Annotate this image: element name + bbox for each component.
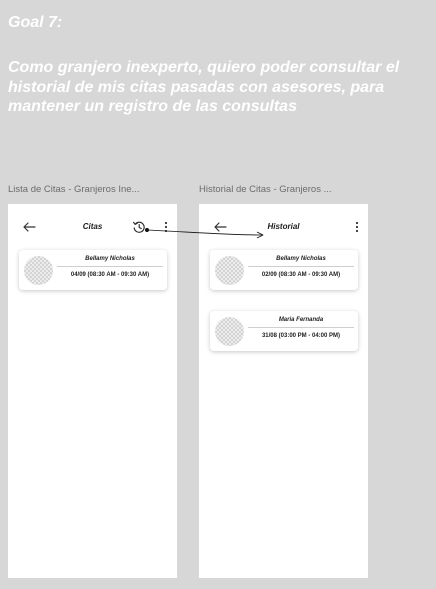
appointment-card[interactable]: Bellamy Nicholas 04/09 (08:30 AM - 09:30…	[19, 250, 167, 290]
advisor-name: Maria Fernanda	[278, 317, 324, 323]
app-bar: Citas	[8, 204, 177, 250]
divider	[248, 327, 354, 328]
advisor-name: Bellamy Nicholas	[85, 256, 135, 262]
goal-title: Goal 7:	[8, 14, 63, 31]
history-icon[interactable]	[132, 220, 146, 234]
history-card[interactable]: Bellamy Nicholas 02/09 (08:30 AM - 09:30…	[210, 250, 358, 290]
appointment-time: 02/09 (08:30 AM - 09:30 AM)	[261, 272, 341, 278]
appointment-time: 04/09 (08:30 AM - 09:30 AM)	[70, 272, 150, 278]
frame-label-lista-citas: Lista de Citas - Granjeros Ine...	[8, 184, 140, 195]
page-title: Citas	[82, 222, 103, 231]
history-card[interactable]: Maria Fernanda 31/08 (03:00 PM - 04:00 P…	[210, 311, 358, 351]
screen-lista-citas: Citas Bellamy Nicholas 04/09 (08:30 AM -…	[8, 204, 177, 578]
frame-label-historial-citas: Historial de Citas - Granjeros ...	[199, 184, 332, 195]
kebab-menu-icon[interactable]	[162, 220, 170, 234]
appointment-time: 31/08 (03:00 PM - 04:00 PM)	[261, 333, 341, 339]
advisor-name: Bellamy Nicholas	[276, 256, 326, 262]
screen-historial-citas: Historial Bellamy Nicholas 02/09 (08:30 …	[199, 204, 368, 578]
page-title: Historial	[267, 222, 300, 231]
avatar	[215, 256, 244, 285]
avatar	[24, 256, 53, 285]
divider	[248, 266, 354, 267]
avatar	[215, 317, 244, 346]
goal-description: Como granjero inexperto, quiero poder co…	[8, 59, 400, 115]
kebab-menu-icon[interactable]	[353, 220, 361, 234]
app-bar: Historial	[199, 204, 368, 250]
divider	[57, 266, 163, 267]
